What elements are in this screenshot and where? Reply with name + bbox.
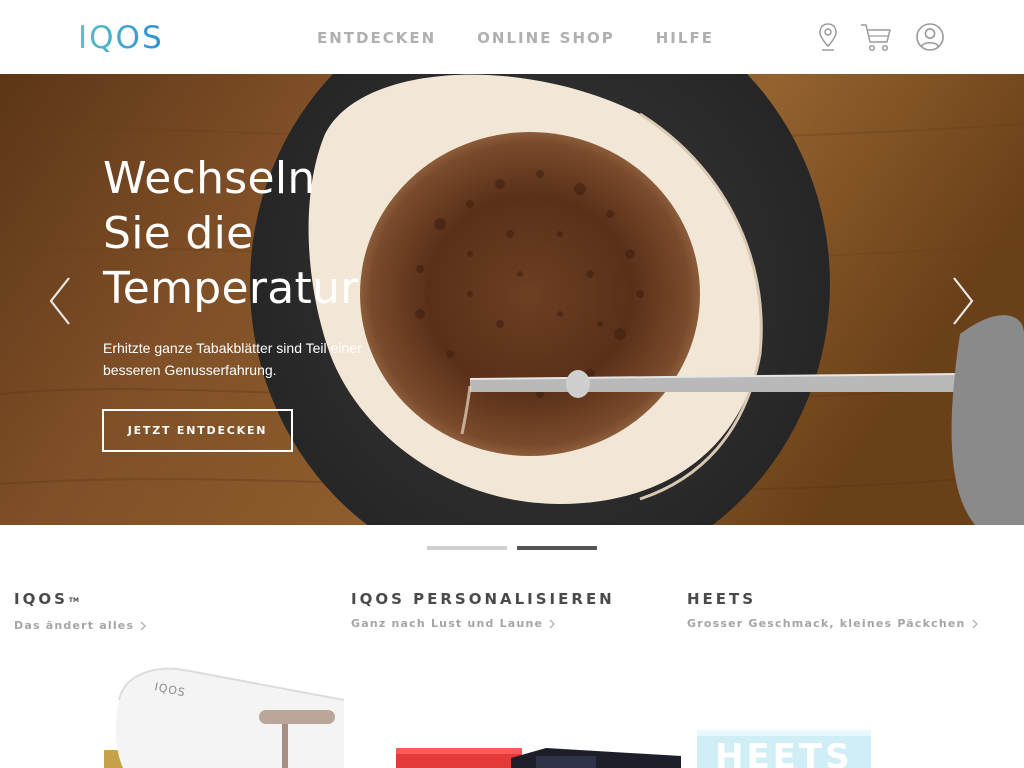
tile-title: HEETS xyxy=(687,590,757,608)
tile-subtitle-link[interactable]: Ganz nach Lust und Laune xyxy=(351,617,556,630)
carousel-indicator-2[interactable] xyxy=(517,546,597,550)
hero-title: Wechseln Sie die Temperatur xyxy=(103,151,423,316)
site-header: IQOS ENTDECKEN ONLINE SHOP HILFE xyxy=(0,0,1024,74)
shopping-cart-icon[interactable] xyxy=(858,20,894,54)
chevron-right-icon xyxy=(549,619,556,628)
chevron-right-icon xyxy=(140,621,147,630)
carousel-prev-arrow-icon[interactable] xyxy=(45,274,75,328)
nav-online-shop[interactable]: ONLINE SHOP xyxy=(477,28,615,48)
tile-title-text: IQOS xyxy=(14,590,68,608)
heets-pack-image: HEETS xyxy=(697,730,871,768)
user-account-icon[interactable] xyxy=(913,20,947,54)
tile-title: IQOS TM xyxy=(14,588,344,612)
tile-subtitle-link[interactable]: Grosser Geschmack, kleines Päckchen xyxy=(687,617,978,630)
accessories-image xyxy=(396,748,681,768)
trademark-mark: TM xyxy=(68,597,79,604)
tile-iqos-personalisieren[interactable]: IQOS PERSONALISIEREN Ganz nach Lust und … xyxy=(351,588,681,768)
location-pin-icon[interactable] xyxy=(815,20,841,54)
hero-description: Erhitzte ganze Tabakblätter sind Teil ei… xyxy=(103,340,362,378)
hero-carousel: Wechseln Sie die Temperatur Erhitzte gan… xyxy=(0,74,1024,525)
tile-title: IQOS PERSONALISIEREN xyxy=(351,590,615,608)
main-navigation: ENTDECKEN ONLINE SHOP HILFE xyxy=(317,28,714,48)
tile-subtitle: Grosser Geschmack, kleines Päckchen xyxy=(687,617,966,630)
hero-title-line-2: Sie die xyxy=(103,208,254,259)
carousel-indicator-1[interactable] xyxy=(427,546,507,550)
carousel-indicators xyxy=(427,546,597,550)
tile-subtitle: Das ändert alles xyxy=(14,619,135,632)
tile-iqos[interactable]: IQOS TM Das ändert alles IQOS xyxy=(14,588,344,768)
logo-text: IQOS xyxy=(78,22,164,52)
heets-pack-text: HEETS xyxy=(715,737,853,768)
nav-hilfe[interactable]: HILFE xyxy=(656,28,714,48)
jetzt-entdecken-button[interactable]: JETZT ENTDECKEN xyxy=(102,409,293,452)
iqos-logo[interactable]: IQOS xyxy=(78,22,182,52)
tile-heets[interactable]: HEETS Grosser Geschmack, kleines Päckche… xyxy=(687,588,1017,768)
tile-subtitle-link[interactable]: Das ändert alles xyxy=(14,619,147,632)
chevron-right-icon xyxy=(972,619,978,628)
hero-title-line-3: Temperatur xyxy=(103,263,359,314)
iqos-device-image: IQOS xyxy=(104,667,344,768)
tile-subtitle: Ganz nach Lust und Laune xyxy=(351,617,544,630)
nav-entdecken[interactable]: ENTDECKEN xyxy=(317,28,436,48)
carousel-next-arrow-icon[interactable] xyxy=(948,274,978,328)
hero-title-line-1: Wechseln xyxy=(103,153,316,204)
